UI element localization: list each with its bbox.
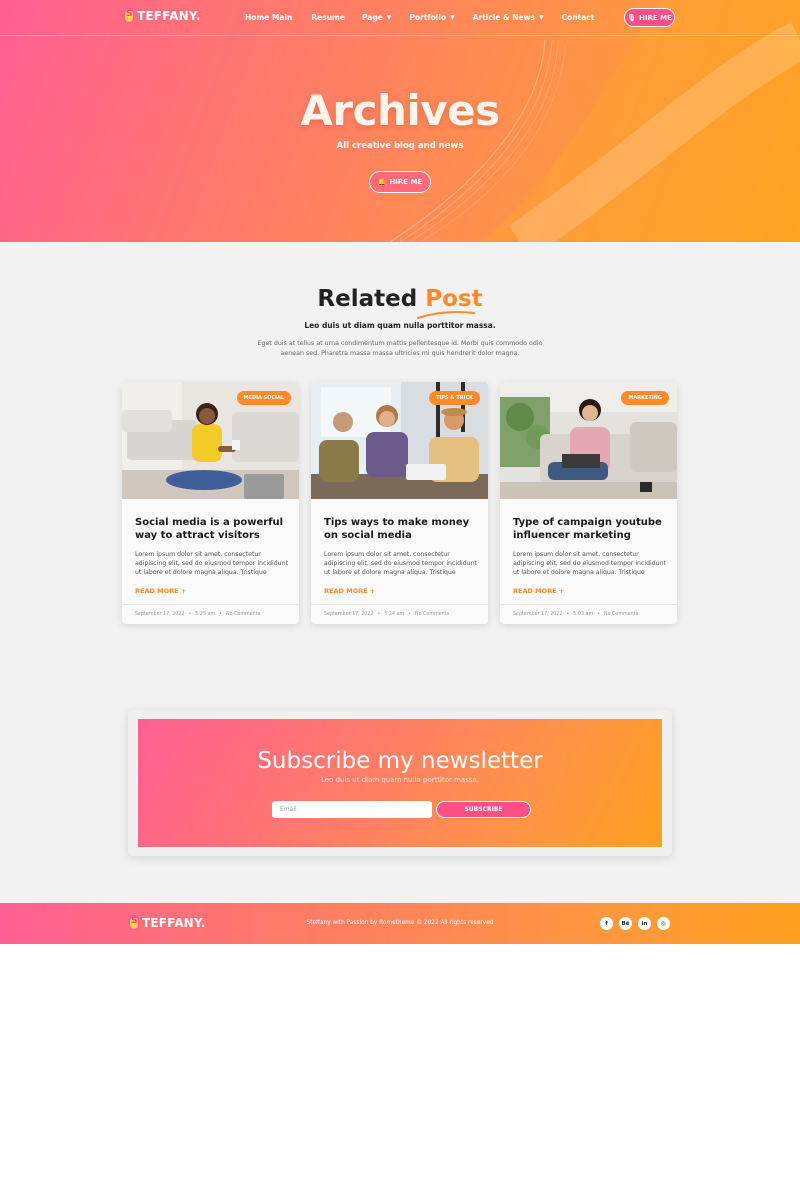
post-thumbnail[interactable]: TIPS & TRICK — [311, 382, 488, 499]
post-excerpt: Lorem ipsum dolor sit amet, consectetur … — [324, 551, 477, 576]
logo-mark-icon — [123, 8, 135, 24]
site-footer: TEFFANY. Steffany with Passion by Rometh… — [0, 903, 800, 944]
nav-home-main-label: Home Main — [245, 13, 293, 22]
post-meta: September 17, 2022 • 5:03 am • No Commen… — [500, 604, 677, 624]
read-more-link[interactable]: READ MORE + — [324, 587, 375, 595]
related-description: Eget duis at tellus at urna condimentum … — [257, 340, 543, 357]
main-nav: Home Main Resume Page ▼ Portfolio ▼ Arti… — [245, 13, 594, 22]
facebook-icon[interactable]: f — [600, 917, 613, 930]
nav-contact[interactable]: Contact — [562, 13, 595, 22]
behance-icon[interactable]: Bē — [619, 917, 632, 930]
instagram-icon[interactable]: ◎ — [657, 917, 670, 930]
nav-page[interactable]: Page ▼ — [362, 13, 391, 22]
post-excerpt: Lorem ipsum dolor sit amet, consectetur … — [135, 551, 288, 576]
post-time: 5:25 am — [195, 612, 216, 617]
nav-article-news-label: Article & News — [472, 13, 535, 22]
post-comments[interactable]: No Comments — [604, 612, 638, 617]
logo-text: TEFFANY. — [137, 9, 201, 23]
post-thumbnail[interactable]: MEDIA SOCIAL — [122, 382, 299, 499]
post-date: September 17, 2022 — [135, 612, 185, 617]
hero-section: TEFFANY. Home Main Resume Page ▼ Portfol… — [0, 0, 800, 242]
top-navbar: TEFFANY. Home Main Resume Page ▼ Portfol… — [0, 0, 800, 36]
nav-home-main[interactable]: Home Main — [245, 13, 292, 22]
related-post-section: Related Post Leo duis ut diam quam nulla… — [0, 242, 800, 903]
linkedin-icon[interactable]: in — [638, 917, 651, 930]
post-comments[interactable]: No Comments — [226, 612, 260, 617]
social-links: f Bē in ◎ — [600, 917, 670, 930]
post-comments[interactable]: No Comments — [415, 612, 449, 617]
meta-separator: • — [219, 612, 223, 617]
related-heading-main: Related — [317, 286, 418, 312]
newsletter-subtitle: Leo duis ut diam quam nulla porttitor ma… — [321, 776, 479, 784]
hire-me-hero-button[interactable]: 🔔 HIRE ME — [369, 171, 431, 193]
post-category-badge[interactable]: MEDIA SOCIAL — [236, 391, 291, 405]
nav-resume[interactable]: Resume — [311, 13, 345, 22]
post-date: September 17, 2022 — [324, 612, 374, 617]
post-title[interactable]: Tips ways to make money on social media — [324, 516, 479, 542]
meta-separator: • — [408, 612, 412, 617]
page-title: Archives — [300, 86, 500, 135]
meta-separator: • — [377, 612, 381, 617]
page-subtitle: All creative blog and news — [336, 141, 464, 151]
post-title[interactable]: Social media is a powerful way to attrac… — [135, 516, 290, 542]
hire-me-nav-button[interactable]: 🎙 HIRE ME — [624, 8, 675, 27]
post-meta: September 17, 2022 • 5:24 am • No Commen… — [311, 604, 488, 624]
hire-me-nav-label: HIRE ME — [639, 13, 672, 22]
newsletter-banner: Subscribe my newsletter Leo duis ut diam… — [138, 719, 662, 847]
related-post-heading: Related Post — [0, 286, 800, 312]
post-excerpt: Lorem ipsum dolor sit amet, consectetur … — [513, 551, 666, 576]
chevron-down-icon: ▼ — [386, 14, 392, 21]
related-lead: Leo duis ut diam quam nulla porttitor ma… — [304, 321, 496, 330]
nav-article-news[interactable]: Article & News ▼ — [473, 13, 544, 22]
hire-me-hero-label: HIRE ME — [389, 178, 423, 186]
post-time: 5:24 am — [384, 612, 405, 617]
chevron-down-icon: ▼ — [450, 14, 455, 21]
email-field[interactable] — [272, 801, 432, 818]
post-card[interactable]: MARKETING Type of campaign youtube influ… — [500, 382, 677, 624]
related-heading-accent: Post — [425, 286, 483, 312]
nav-portfolio-label: Portfolio — [409, 13, 447, 22]
meta-separator: • — [597, 612, 601, 617]
newsletter-title: Subscribe my newsletter — [257, 748, 543, 774]
post-time: 5:03 am — [573, 612, 594, 617]
chevron-down-icon: ▼ — [538, 14, 544, 21]
site-logo[interactable]: TEFFANY. — [123, 8, 201, 24]
nav-page-label: Page — [361, 13, 383, 22]
newsletter-section: Subscribe my newsletter Leo duis ut diam… — [128, 710, 672, 856]
meta-separator: • — [566, 612, 570, 617]
post-category-badge[interactable]: MARKETING — [621, 391, 669, 405]
bell-icon: 🔔 — [377, 178, 387, 186]
subscribe-button[interactable]: SUBSCRIBE — [436, 801, 531, 818]
copyright-text: Steffany with Passion by Rometheme © 202… — [306, 920, 494, 926]
read-more-link[interactable]: READ MORE + — [135, 587, 186, 595]
read-more-link[interactable]: READ MORE + — [513, 587, 564, 595]
post-title[interactable]: Type of campaign youtube influencer mark… — [513, 516, 668, 542]
microphone-icon: 🎙 — [627, 13, 637, 22]
meta-separator: • — [188, 612, 192, 617]
nav-portfolio[interactable]: Portfolio ▼ — [409, 13, 454, 22]
post-thumbnail[interactable]: MARKETING — [500, 382, 677, 499]
post-date: September 17, 2022 — [513, 612, 563, 617]
post-meta: September 17, 2022 • 5:25 am • No Commen… — [122, 604, 299, 624]
post-card[interactable]: TIPS & TRICK Tips ways to make money on … — [311, 382, 488, 624]
post-category-badge[interactable]: TIPS & TRICK — [428, 391, 480, 405]
post-card[interactable]: MEDIA SOCIAL Social media is a powerful … — [122, 382, 299, 624]
nav-contact-label: Contact — [561, 13, 595, 22]
heading-underline-decoration — [417, 311, 475, 319]
nav-resume-label: Resume — [311, 13, 345, 22]
